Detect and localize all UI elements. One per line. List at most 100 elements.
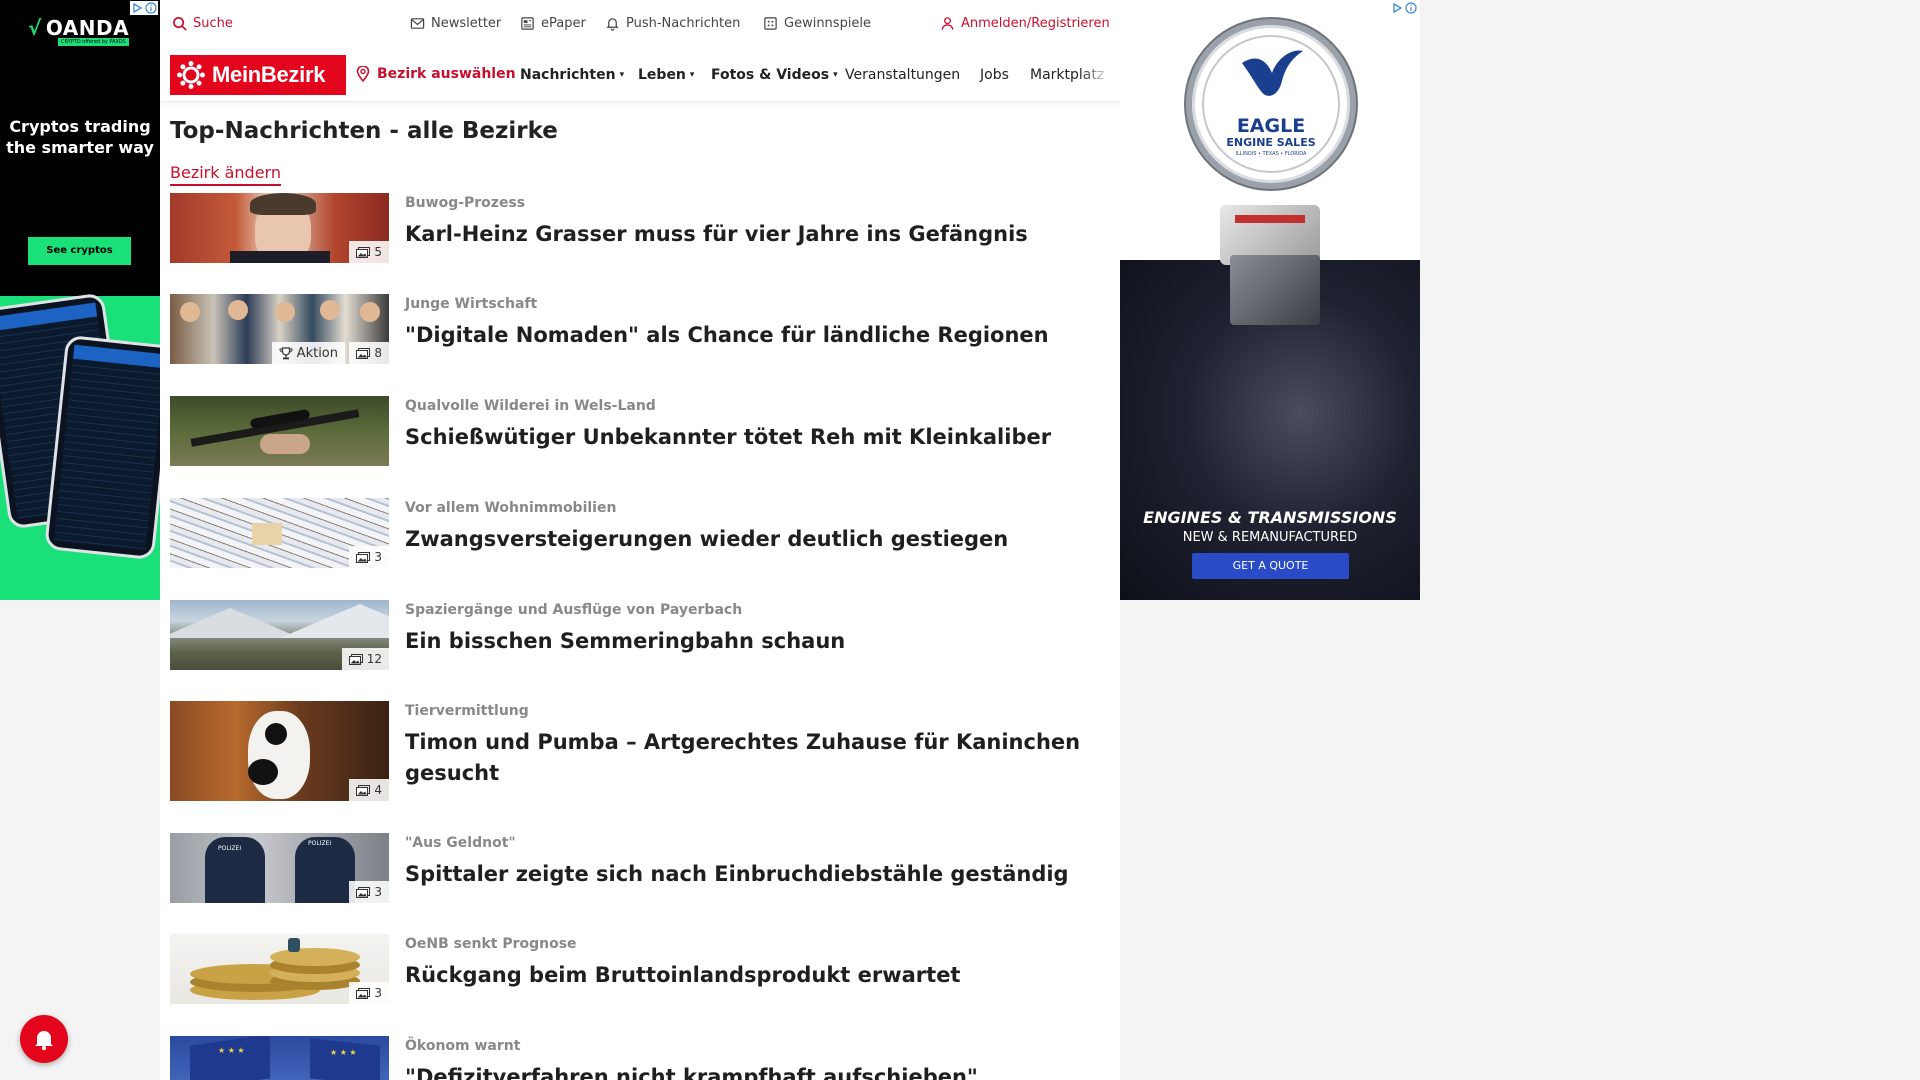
chevron-down-icon: ▾ bbox=[689, 70, 695, 80]
chevron-down-icon: ▾ bbox=[619, 70, 625, 80]
photo-count-badge: 4 bbox=[349, 779, 389, 801]
article-headline[interactable]: Ein bisschen Semmeringbahn schaun bbox=[405, 626, 1095, 657]
oanda-sub-label: CRYPTO offered by PAXOS bbox=[58, 38, 129, 46]
article-headline[interactable]: "Defizitverfahren nicht krampfhaft aufsc… bbox=[405, 1062, 1095, 1080]
nav-nachrichten-label: Nachrichten bbox=[520, 67, 616, 83]
photo-count: 8 bbox=[374, 346, 382, 360]
article-kicker: Vor allem Wohnimmobilien bbox=[405, 500, 617, 516]
bezirk-select-label: Bezirk auswählen bbox=[377, 66, 516, 82]
photo-count: 3 bbox=[374, 885, 382, 899]
nav-veranstaltungen[interactable]: Veranstaltungen bbox=[845, 67, 960, 83]
meinbezirk-logo[interactable]: MeinBezirk bbox=[170, 55, 346, 95]
main-nav: MeinBezirk Bezirk auswählen Nachrichten ▾… bbox=[160, 46, 1120, 102]
chevron-down-icon: ▾ bbox=[833, 70, 838, 80]
article-kicker: Junge Wirtschaft bbox=[405, 296, 538, 312]
ad-headline: ENGINES & TRANSMISSIONS bbox=[1143, 508, 1397, 527]
sun-logo-icon bbox=[177, 61, 205, 89]
article-thumbnail[interactable]: ★ ★ ★ ★ ★ ★ bbox=[170, 1036, 389, 1080]
article-headline[interactable]: Rückgang beim Bruttoinlandsprodukt erwar… bbox=[405, 960, 1095, 991]
newsletter-link[interactable]: Newsletter bbox=[410, 15, 501, 31]
get-a-quote-button[interactable]: GET A QUOTE bbox=[1192, 553, 1349, 579]
aktion-badge: Aktion bbox=[271, 342, 345, 364]
photo-count-badge: 8 bbox=[349, 342, 389, 364]
article-kicker: Qualvolle Wilderei in Wels-Land bbox=[405, 398, 656, 414]
user-icon bbox=[941, 16, 954, 30]
photo-count-badge: 3 bbox=[349, 982, 389, 1004]
photo-count: 4 bbox=[374, 783, 382, 797]
ad-subheadline: NEW & REMANUFACTURED bbox=[1182, 530, 1358, 545]
nav-jobs[interactable]: Jobs bbox=[980, 67, 1009, 83]
search-label: Suche bbox=[193, 15, 233, 31]
notification-bell-button[interactable] bbox=[20, 1015, 68, 1063]
article-kicker: Ökonom warnt bbox=[405, 1038, 521, 1054]
push-label: Push-Nachrichten bbox=[626, 15, 741, 31]
nav-leben[interactable]: Leben ▾ bbox=[638, 67, 694, 83]
photo-gallery-icon bbox=[356, 246, 371, 258]
newspaper-icon bbox=[521, 16, 534, 30]
nav-marktplatz[interactable]: Marktplatz bbox=[1030, 67, 1112, 83]
photo-count: 3 bbox=[374, 550, 382, 564]
nav-nachrichten[interactable]: Nachrichten ▾ bbox=[520, 67, 624, 83]
adchoices-icon[interactable] bbox=[130, 1, 158, 15]
change-bezirk-link[interactable]: Bezirk ändern bbox=[170, 163, 281, 186]
photo-gallery-icon bbox=[356, 347, 371, 359]
bell-icon bbox=[606, 17, 619, 31]
trophy-icon bbox=[279, 346, 293, 359]
bezirk-select-button[interactable]: Bezirk auswählen bbox=[356, 66, 516, 82]
gewinnspiele-label: Gewinnspiele bbox=[784, 15, 872, 31]
photo-count-badge: 3 bbox=[349, 881, 389, 903]
article-kicker: Spaziergänge und Ausflüge von Payerbach bbox=[405, 602, 743, 618]
search-link[interactable]: Suche bbox=[172, 15, 233, 31]
photo-gallery-icon bbox=[348, 653, 363, 665]
article-thumbnail[interactable]: Aktion 8 bbox=[170, 294, 389, 364]
article-thumbnail[interactable]: POLIZEI POLIZEI 3 bbox=[170, 833, 389, 903]
nav-fotos-label: Fotos & Videos bbox=[711, 67, 830, 83]
page-title: Top-Nachrichten - alle Bezirke bbox=[170, 118, 558, 144]
article-thumbnail[interactable]: 5 bbox=[170, 193, 389, 263]
epaper-link[interactable]: ePaper bbox=[520, 15, 586, 31]
article-headline[interactable]: Zwangsversteigerungen wieder deutlich ge… bbox=[405, 524, 1095, 555]
ad-headline: Cryptos trading the smarter way bbox=[6, 117, 154, 157]
location-pin-icon bbox=[356, 66, 370, 82]
see-cryptos-button[interactable]: See cryptos bbox=[28, 237, 131, 265]
article-kicker: "Aus Geldnot" bbox=[405, 835, 516, 851]
push-notifications-link[interactable]: Push-Nachrichten bbox=[605, 15, 740, 31]
photo-count: 5 bbox=[374, 245, 382, 259]
article-thumbnail[interactable]: 3 bbox=[170, 498, 389, 568]
article-kicker: OeNB senkt Prognose bbox=[405, 936, 577, 952]
aktion-label: Aktion bbox=[296, 345, 338, 361]
article-thumbnail[interactable] bbox=[170, 396, 389, 466]
gewinnspiele-link[interactable]: Gewinnspiele bbox=[763, 15, 871, 31]
oanda-logo: √ OANDA bbox=[28, 16, 130, 40]
photo-count: 12 bbox=[366, 652, 382, 666]
nav-jobs-label: Jobs bbox=[980, 67, 1009, 83]
top-utility-bar: Suche Newsletter ePaper Push-Nachrichten… bbox=[160, 0, 1120, 46]
article-kicker: Tiervermittlung bbox=[405, 703, 529, 719]
article-headline[interactable]: Schießwütiger Unbekannter tötet Reh mit … bbox=[405, 422, 1095, 453]
article-headline[interactable]: Timon und Pumba – Artgerechtes Zuhause f… bbox=[405, 727, 1095, 789]
adchoices-icon[interactable] bbox=[1390, 1, 1418, 15]
mail-icon bbox=[410, 17, 425, 29]
photo-count-badge: 5 bbox=[349, 241, 389, 263]
photo-gallery-icon bbox=[356, 784, 371, 796]
article-thumbnail[interactable]: 3 bbox=[170, 934, 389, 1004]
article-thumbnail[interactable]: 4 bbox=[170, 701, 389, 801]
seal-states: ILLINOIS • TEXAS • FLORIDA bbox=[1235, 151, 1307, 157]
nav-leben-label: Leben bbox=[638, 67, 686, 83]
search-icon bbox=[173, 16, 187, 30]
article-headline[interactable]: Karl-Heinz Grasser muss für vier Jahre i… bbox=[405, 219, 1095, 250]
photo-count: 3 bbox=[374, 986, 382, 1000]
prize-icon bbox=[764, 16, 777, 30]
article-headline[interactable]: "Digitale Nomaden" als Chance für ländli… bbox=[405, 320, 1095, 351]
main-content: Suche Newsletter ePaper Push-Nachrichten… bbox=[160, 0, 1120, 1080]
left-ad-banner[interactable]: √ OANDA CRYPTO offered by PAXOS Cryptos t… bbox=[0, 0, 160, 600]
right-ad-banner[interactable]: EAGLE ENGINE SALES ILLINOIS • TEXAS • FL… bbox=[1120, 0, 1420, 600]
login-register-link[interactable]: Anmelden/Registrieren bbox=[940, 15, 1110, 31]
photo-count-badge: 12 bbox=[341, 648, 389, 670]
article-thumbnail[interactable]: 12 bbox=[170, 600, 389, 670]
article-headline[interactable]: Spittaler zeigte sich nach Einbruchdiebs… bbox=[405, 859, 1095, 890]
seal-title: EAGLE bbox=[1236, 115, 1306, 137]
nav-veranstaltungen-label: Veranstaltungen bbox=[845, 67, 961, 83]
nav-fotos-videos[interactable]: Fotos & Videos ▾ bbox=[711, 67, 838, 83]
eagle-icon bbox=[1242, 50, 1303, 96]
